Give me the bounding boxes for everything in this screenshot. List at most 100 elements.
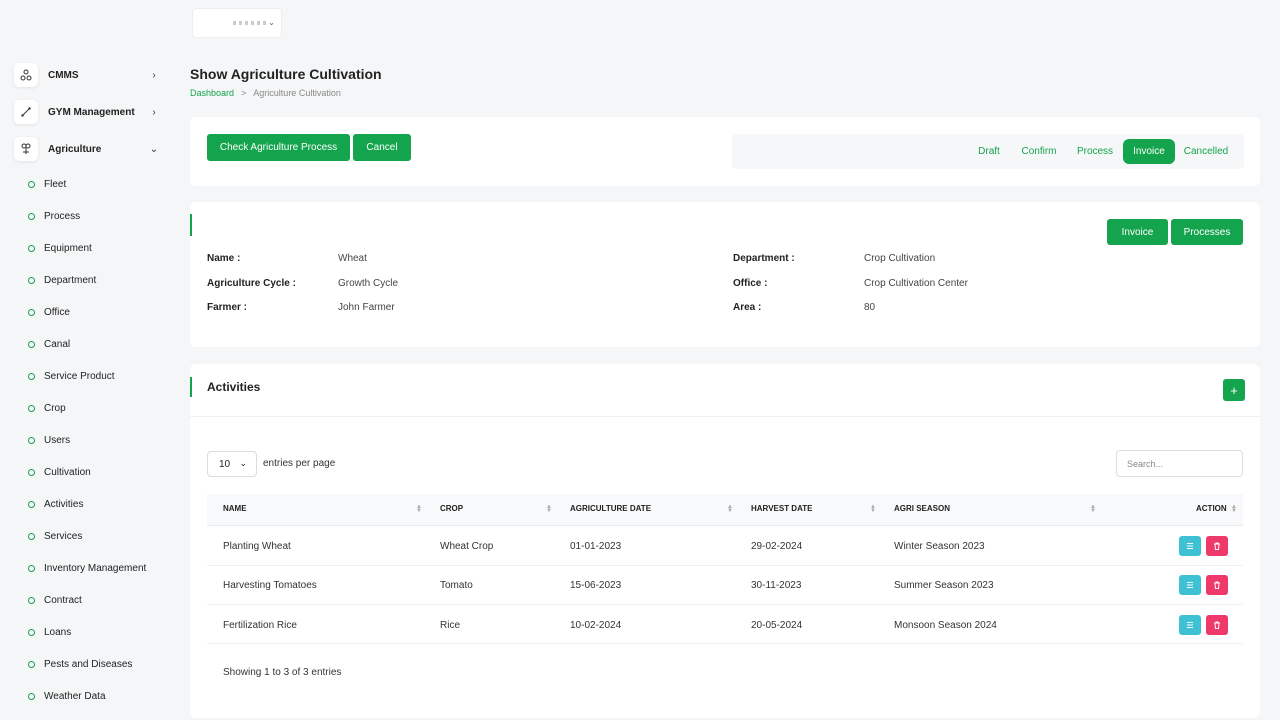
sidebar-subitem-label: Crop	[44, 402, 66, 414]
detail-label-office: Office :	[733, 278, 768, 289]
bullet-icon	[28, 532, 35, 540]
breadcrumb-current: Agriculture Cultivation	[253, 88, 341, 98]
sidebar-subitem-process[interactable]: Process	[28, 208, 80, 224]
sidebar-subitem-label: Activities	[44, 498, 84, 510]
sidebar-subitem-weather-data[interactable]: Weather Data	[28, 688, 106, 704]
cell-agriculture-date: 15-06-2023	[570, 580, 622, 591]
sidebar-subitem-equipment[interactable]: Equipment	[28, 240, 92, 256]
sidebar-item-label: CMMS	[48, 69, 79, 81]
detail-value-farmer: John Farmer	[338, 302, 395, 313]
detail-value-department: Crop Cultivation	[864, 253, 936, 264]
entries-per-page-label: entries per page	[263, 458, 336, 469]
status-draft[interactable]: Draft	[972, 139, 1006, 164]
status-confirm[interactable]: Confirm	[1016, 139, 1062, 164]
sidebar-subitem-activities[interactable]: Activities	[28, 496, 83, 512]
cancel-button[interactable]: Cancel	[353, 134, 411, 161]
sidebar-subitem-users[interactable]: Users	[28, 432, 70, 448]
section-accent	[190, 214, 192, 236]
processes-button[interactable]: Processes	[1171, 219, 1243, 245]
check-agriculture-process-button[interactable]: Check Agriculture Process	[207, 134, 350, 161]
breadcrumb-dashboard-link[interactable]: Dashboard	[190, 88, 234, 98]
page-title: Show Agriculture Cultivation	[190, 66, 382, 82]
view-button[interactable]	[1179, 615, 1201, 635]
bullet-icon	[28, 660, 35, 668]
cell-name: Fertilization Rice	[223, 620, 297, 631]
sidebar-subitem-office[interactable]: Office	[28, 304, 70, 320]
sidebar-subitem-services[interactable]: Services	[28, 528, 82, 544]
view-button[interactable]	[1179, 536, 1201, 556]
column-header-name[interactable]: NAME	[223, 504, 247, 513]
table-search-input[interactable]	[1116, 450, 1243, 477]
sidebar-subitem-label: Department	[44, 274, 97, 286]
sidebar-subitem-label: Office	[44, 306, 70, 318]
bullet-icon	[28, 564, 35, 572]
detail-label-agriculture-cycle: Agriculture Cycle :	[207, 278, 296, 289]
chevron-down-icon: ⌄	[149, 143, 159, 155]
bullet-icon	[28, 244, 35, 252]
bullet-icon	[28, 596, 35, 604]
column-header-harvest-date[interactable]: HARVEST DATE	[751, 504, 813, 513]
status-process[interactable]: Process	[1072, 139, 1118, 164]
detail-label-department: Department :	[733, 253, 795, 264]
column-header-agri-season[interactable]: AGRI SEASON	[894, 504, 950, 513]
sort-icon[interactable]: ▲ ▼	[416, 504, 422, 514]
sidebar-subitem-cultivation[interactable]: Cultivation	[28, 464, 91, 480]
cell-harvest-date: 30-11-2023	[751, 580, 802, 591]
pagination-info: Showing 1 to 3 of 3 entries	[223, 667, 342, 678]
sidebar-subitem-contract[interactable]: Contract	[28, 592, 82, 608]
section-accent	[190, 377, 192, 397]
entries-per-page-select[interactable]: 10 ⌄	[207, 451, 257, 477]
column-header-agriculture-date[interactable]: AGRICULTURE DATE	[570, 504, 651, 513]
sidebar-item-agriculture[interactable]: Agriculture ⌄	[14, 136, 160, 162]
sidebar-subitem-label: Users	[44, 434, 71, 446]
delete-button[interactable]	[1206, 615, 1228, 635]
cell-harvest-date: 29-02-2024	[751, 541, 803, 552]
add-activity-button[interactable]: +	[1223, 379, 1245, 401]
sort-icon[interactable]: ▲ ▼	[1090, 504, 1096, 514]
sort-icon[interactable]: ▲ ▼	[1231, 504, 1237, 514]
sidebar-subitem-loans[interactable]: Loans	[28, 624, 71, 640]
column-header-action[interactable]: ACTION	[1196, 504, 1227, 513]
sidebar-subitem-label: Equipment	[44, 242, 92, 254]
view-button[interactable]	[1179, 575, 1201, 595]
delete-button[interactable]	[1206, 575, 1228, 595]
sidebar-subitem-label: Process	[44, 210, 81, 222]
bullet-icon	[28, 372, 35, 380]
sidebar-subitem-label: Canal	[44, 338, 71, 350]
status-invoice[interactable]: Invoice	[1123, 139, 1175, 164]
trash-icon	[1214, 621, 1220, 629]
cell-name: Harvesting Tomatoes	[223, 580, 317, 591]
cell-harvest-date: 20-05-2024	[751, 620, 803, 631]
column-header-crop[interactable]: CROP	[440, 504, 463, 513]
chevron-right-icon: ›	[152, 106, 156, 118]
sidebar-subitem-label: Contract	[44, 594, 82, 606]
cell-crop: Wheat Crop	[440, 541, 494, 552]
sidebar-subitem-fleet[interactable]: Fleet	[28, 176, 66, 192]
sidebar-subitem-label: Fleet	[44, 178, 67, 190]
sidebar-subitem-label: Weather Data	[44, 690, 106, 702]
trash-icon	[1214, 542, 1220, 550]
sidebar-subitem-pests-and-diseases[interactable]: Pests and Diseases	[28, 656, 132, 672]
brand-logo-dropdown[interactable]: ⌄	[192, 8, 282, 38]
sidebar-item-gym-management[interactable]: GYM Management ›	[14, 99, 160, 125]
status-cancelled[interactable]: Cancelled	[1180, 139, 1232, 164]
sidebar-subitem-inventory-management[interactable]: Inventory Management	[28, 560, 146, 576]
sidebar-subitem-crop[interactable]: Crop	[28, 400, 66, 416]
list-icon	[1187, 582, 1193, 588]
sort-icon[interactable]: ▲ ▼	[546, 504, 552, 514]
details-card	[190, 202, 1260, 347]
list-icon	[1187, 543, 1193, 549]
bullet-icon	[28, 692, 35, 700]
bullet-icon	[28, 276, 35, 284]
sidebar-item-cmms[interactable]: CMMS ›	[14, 62, 160, 88]
bullet-icon	[28, 340, 35, 348]
invoice-button[interactable]: Invoice	[1107, 219, 1168, 245]
cmms-icon	[14, 63, 38, 87]
sidebar-subitem-canal[interactable]: Canal	[28, 336, 70, 352]
sort-icon[interactable]: ▲ ▼	[727, 504, 733, 514]
sort-icon[interactable]: ▲ ▼	[870, 504, 876, 514]
cell-name: Planting Wheat	[223, 541, 291, 552]
sidebar-subitem-service-product[interactable]: Service Product	[28, 368, 115, 384]
sidebar-subitem-department[interactable]: Department	[28, 272, 96, 288]
delete-button[interactable]	[1206, 536, 1228, 556]
